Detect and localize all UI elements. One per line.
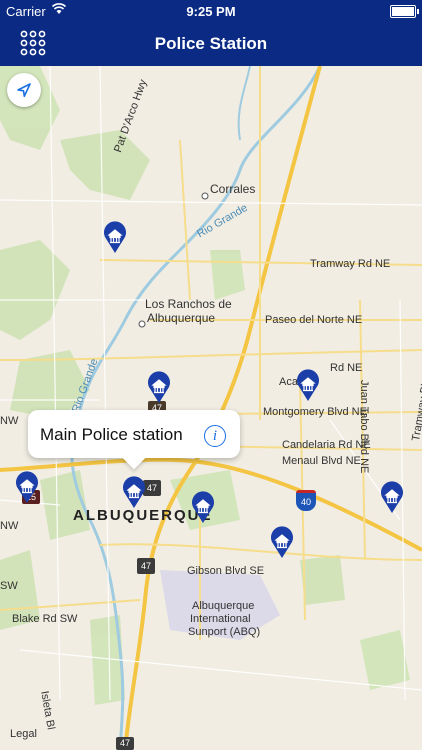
road-label-montgomery: Montgomery Blvd NE: [263, 406, 367, 418]
location-arrow-icon: [17, 83, 31, 98]
police-station-pin[interactable]: [379, 480, 405, 514]
road-label-nw-2: NW: [0, 520, 19, 532]
annotation-callout[interactable]: Main Police station i: [28, 410, 240, 458]
status-bar: Carrier 9:25 PM: [0, 0, 422, 22]
locate-button[interactable]: [7, 73, 41, 107]
battery-icon: [390, 5, 419, 18]
road-label-blake: Blake Rd SW: [12, 613, 78, 625]
place-label-sunport-3: Sunport (ABQ): [188, 626, 261, 638]
road-label-rd-ne: Rd NE: [330, 362, 363, 374]
callout-title: Main Police station: [40, 425, 183, 444]
legal-link[interactable]: Legal: [10, 728, 37, 740]
place-label-sunport-1: Albuquerque: [192, 600, 255, 612]
road-label-tramway-rd: Tramway Rd NE: [310, 258, 391, 270]
road-label-juan-tabo: Juan Tabo Blvd NE: [358, 380, 370, 474]
clock: 9:25 PM: [186, 4, 236, 19]
place-label-los-ranchos-2: Albuquerque: [147, 311, 216, 325]
interstate-shield: 40: [296, 490, 316, 511]
police-station-pin[interactable]: [102, 220, 128, 254]
road-label-menaul: Menaul Blvd NE: [282, 455, 361, 467]
place-label-corrales: Corrales: [210, 182, 256, 196]
police-station-pin[interactable]: [146, 370, 172, 404]
page-title: Police Station: [154, 34, 268, 53]
highway-shield: 47: [116, 737, 134, 750]
road-label-sw: SW: [0, 580, 18, 592]
police-station-pin[interactable]: [14, 470, 40, 504]
police-station-pin[interactable]: [295, 368, 321, 402]
road-label-gibson: Gibson Blvd SE: [187, 565, 265, 577]
place-label-sunport-2: International: [190, 613, 251, 625]
place-label-los-ranchos: Los Ranchos de: [145, 297, 232, 311]
highway-shield: 47: [137, 558, 155, 574]
road-label-paseo-del-norte: Paseo del Norte NE: [265, 314, 363, 326]
info-icon[interactable]: i: [204, 425, 226, 447]
nav-bar: Police Station: [0, 22, 422, 66]
police-station-pin[interactable]: [269, 525, 295, 559]
road-label-nw: NW: [0, 415, 19, 427]
police-station-pin-selected[interactable]: [121, 475, 147, 509]
police-station-pin[interactable]: [190, 490, 216, 524]
